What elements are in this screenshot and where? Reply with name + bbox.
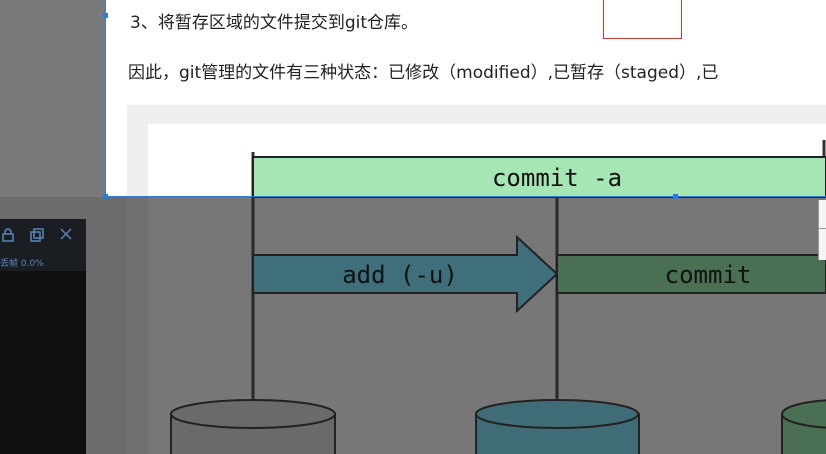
lock-icon[interactable] <box>2 228 14 246</box>
selection-handle-left[interactable] <box>103 13 108 18</box>
side-toolbar[interactable] <box>818 200 826 260</box>
staging-area-cylinder <box>475 399 640 454</box>
copy-icon[interactable] <box>30 228 44 246</box>
selection-handle-bottom[interactable] <box>673 194 678 199</box>
recorder-toolbar: 丢帧 0.0% <box>0 219 86 271</box>
repository-cylinder <box>781 399 826 454</box>
close-icon[interactable] <box>60 228 72 244</box>
git-workflow-diagram: commit -a add (-u) commit <box>170 140 826 454</box>
recorder-panel: 丢帧 0.0% <box>0 219 86 454</box>
working-directory-cylinder <box>170 399 336 454</box>
add-label: add (-u) <box>342 261 458 289</box>
commit-label: commit <box>665 261 752 289</box>
commit-a-label: commit -a <box>492 164 622 192</box>
dropped-frames-stat: 丢帧 0.0% <box>0 259 44 269</box>
selection-handle-bottom-left[interactable] <box>103 194 108 199</box>
